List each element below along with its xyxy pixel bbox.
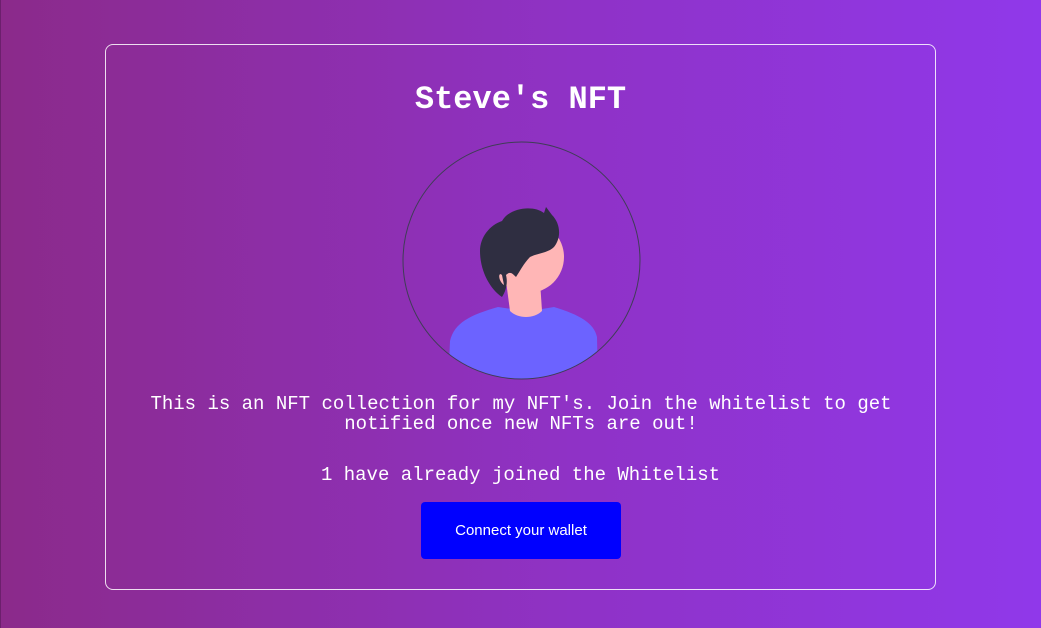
page-title: Steve's NFT	[414, 81, 627, 118]
collection-description: This is an NFT collection for my NFT's. …	[150, 393, 892, 435]
person-avatar-icon	[402, 141, 641, 380]
connect-wallet-button[interactable]: Connect your wallet	[421, 502, 621, 559]
whitelist-count: 1 have already joined the Whitelist	[320, 464, 721, 486]
